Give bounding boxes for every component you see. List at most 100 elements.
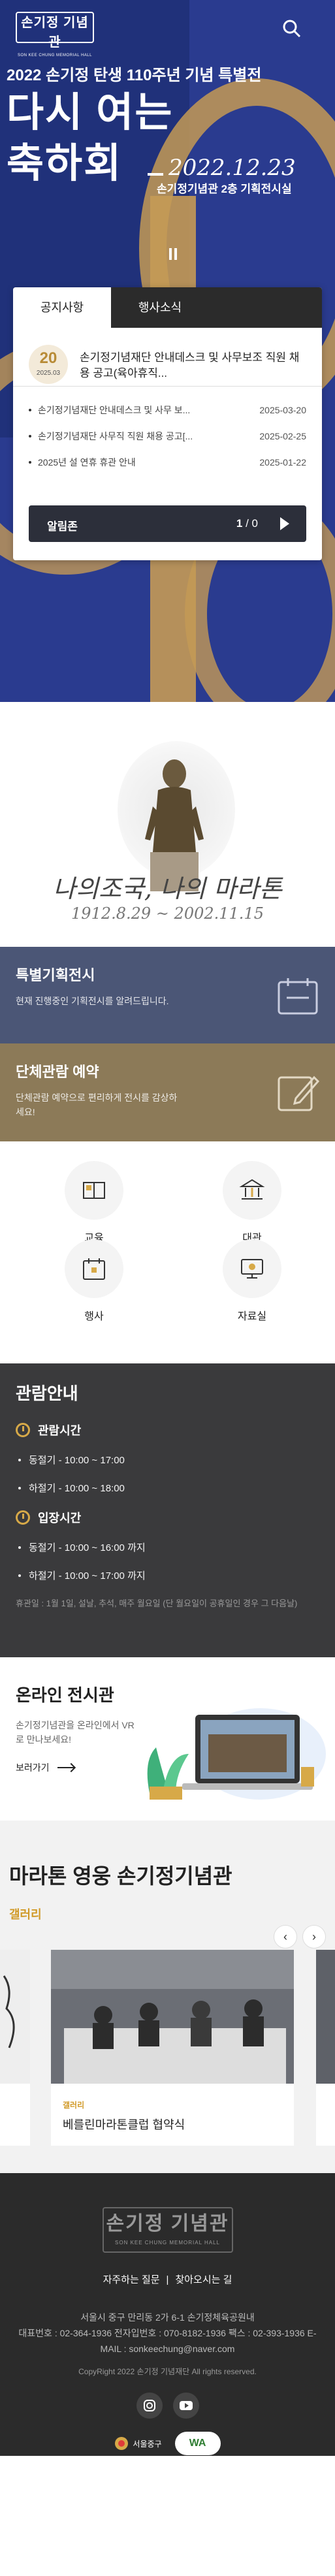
gallery-next-button[interactable]: › bbox=[302, 1925, 326, 1948]
notice-list: 손기정기념재단 안내데스크 및 사무 보... 2025-03-20 손기정기념… bbox=[13, 387, 322, 469]
top-bar: 손기정 기념관 SON KEE CHUNG MEMORIAL HALL bbox=[0, 0, 335, 57]
footer: 손기정 기념관 SON KEE CHUNG MEMORIAL HALL 자주하는… bbox=[0, 2173, 335, 2456]
pause-icon[interactable] bbox=[169, 248, 180, 261]
closed-days-note: 휴관일 : 1월 1일, 설날, 추석, 매주 월요일 (단 월요일이 공휴일인… bbox=[16, 1598, 298, 1608]
edit-icon bbox=[276, 1072, 320, 1113]
hero-date: 2022.12.23 bbox=[168, 155, 296, 181]
online-exhibition: 온라인 전시관 손기정기념관을 온라인에서 VR로 만나보세요! 보러가기 bbox=[0, 1657, 335, 1821]
group-tour-desc: 단체관람 예약으로 편리하게 전시를 감상하세요! bbox=[16, 1092, 178, 1117]
notice-tabs: 공지사항 행사소식 bbox=[13, 287, 322, 328]
list-item-title: 2025년 설 연휴 휴관 안내 bbox=[38, 457, 136, 468]
footer-logo[interactable]: 손기정 기념관 SON KEE CHUNG MEMORIAL HALL bbox=[102, 2207, 233, 2253]
list-item-date: 2025-03-20 bbox=[259, 405, 306, 415]
sns-links bbox=[0, 2393, 335, 2419]
gallery-section: 마라톤 영웅 손기정기념관 갤러리 ‹ › 갤러리 베를린마라톤클럽 협약식 bbox=[0, 1821, 335, 2173]
clock-icon bbox=[16, 1510, 30, 1525]
hours-row: 하절기 - 10:00 ~ 17:00 까지 bbox=[16, 1568, 319, 1582]
gallery-card-next[interactable] bbox=[316, 1950, 335, 2146]
list-item[interactable]: 손기정기념재단 안내데스크 및 사무 보... 2025-03-20 bbox=[29, 404, 306, 417]
building-icon bbox=[223, 1161, 281, 1220]
gallery-card-title: 베를린마라톤클럽 협약식 bbox=[63, 2118, 185, 2131]
visit-info-title: 관람안내 bbox=[16, 1384, 78, 1403]
clock-icon bbox=[16, 1423, 30, 1437]
online-desc: 손기정기념관을 온라인에서 VR로 만나보세요! bbox=[16, 1720, 135, 1745]
book-icon bbox=[65, 1161, 123, 1220]
footer-logo-text-en: SON KEE CHUNG MEMORIAL HALL bbox=[115, 2240, 220, 2246]
gallery-card[interactable]: 갤러리 베를린마라톤클럽 협약식 bbox=[51, 1950, 294, 2146]
calendar-icon bbox=[276, 976, 319, 1016]
special-exhibition-banner[interactable]: 특별기획전시 현재 진행중인 기획전시를 알려드립니다. bbox=[0, 947, 335, 1043]
featured-yearmonth: 2025.03 bbox=[36, 370, 61, 377]
hero-subtitle: 2022 손기정 탄생 110주년 기념 특별전 bbox=[7, 67, 262, 84]
group-tour-banner[interactable]: 단체관람 예약 단체관람 예약으로 편리하게 전시를 감상하세요! bbox=[0, 1043, 335, 1141]
arrow-right-icon bbox=[57, 1767, 74, 1768]
group-tour-title: 단체관람 예약 bbox=[16, 1064, 99, 1080]
footer-badges: 서울중구 WA bbox=[0, 2432, 335, 2455]
featured-day: 20 bbox=[39, 349, 57, 367]
hero-dash bbox=[148, 173, 163, 176]
alarm-zone[interactable]: 알림존 1 / 0 bbox=[29, 505, 306, 542]
tab-events[interactable]: 행사소식 bbox=[111, 287, 209, 328]
quick-item-event[interactable]: 행사 bbox=[55, 1239, 133, 1323]
footer-logo-text-ko: 손기정 기념관 bbox=[106, 2213, 229, 2234]
tab-notice[interactable]: 공지사항 bbox=[13, 287, 111, 328]
logo-text-en: SON KEE CHUNG MEMORIAL HALL bbox=[18, 54, 92, 57]
open-hours-heading: 관람시간 bbox=[16, 1422, 319, 1439]
gallery-tab[interactable]: 갤러리 bbox=[0, 1905, 335, 1922]
logo-text-ko: 손기정 기념관 bbox=[21, 16, 89, 50]
statue-caption: 나의조국, 나의 마라톤 bbox=[53, 874, 282, 903]
featured-title: 손기정기념재단 안내데스크 및 사무보조 직원 채용 공고(육아휴직... bbox=[80, 351, 300, 379]
alarm-total: 0 bbox=[251, 517, 258, 530]
hero-title-line1: 다시 여는 bbox=[7, 90, 174, 135]
youtube-icon[interactable] bbox=[172, 2393, 199, 2419]
list-item-title: 손기정기념재단 안내데스크 및 사무 보... bbox=[38, 405, 191, 415]
quick-menu: 교육 대관 행사 자료실 bbox=[0, 1141, 335, 1363]
alarm-separator: / bbox=[242, 517, 252, 530]
hours-row: 동절기 - 10:00 ~ 17:00 bbox=[16, 1453, 319, 1467]
footer-contact: 대표번호 : 02-364-1936 전자입번호 : 070-8182-1936… bbox=[18, 2328, 317, 2354]
quick-item-rental[interactable]: 대관 bbox=[213, 1161, 291, 1245]
copyright: CopyRight 2022 손기정 기념재단 All rights reser… bbox=[78, 2367, 257, 2376]
quick-item-education[interactable]: 교육 bbox=[55, 1161, 133, 1245]
hero-text: 2022 손기정 탄생 110주년 기념 특별전 다시 여는 축하회 2022.… bbox=[0, 62, 335, 195]
list-item[interactable]: 손기정기념재단 사무직 직원 채용 공고[... 2025-02-25 bbox=[29, 430, 306, 443]
special-exhibition-title: 특별기획전시 bbox=[16, 967, 95, 983]
footer-links: 자주하는 질문 | 찾아오시는 길 bbox=[103, 2274, 232, 2285]
hero-place: 손기정기념관 2층 기획전시실 bbox=[157, 183, 292, 195]
gallery-prev-button[interactable]: ‹ bbox=[274, 1925, 297, 1948]
featured-notice[interactable]: 20 2025.03 손기정기념재단 안내데스크 및 사무보조 직원 채용 공고… bbox=[13, 328, 322, 387]
web-accessibility-badge[interactable]: WA bbox=[174, 2432, 221, 2455]
list-item-date: 2025-02-25 bbox=[259, 431, 306, 441]
special-exhibition-desc: 현재 진행중인 기획전시를 알려드립니다. bbox=[16, 996, 169, 1006]
entry-hours-heading: 입장시간 bbox=[16, 1509, 319, 1526]
gallery-nav: ‹ › bbox=[268, 1925, 326, 1948]
gallery-heading: 마라톤 영웅 손기정기념관 bbox=[9, 1864, 232, 1888]
directions-link[interactable]: 찾아오시는 길 bbox=[175, 2274, 232, 2285]
gallery-photo bbox=[51, 1950, 294, 2084]
faq-link[interactable]: 자주하는 질문 bbox=[103, 2274, 160, 2285]
seoul-junggu-logo[interactable]: 서울중구 bbox=[114, 2436, 162, 2451]
calendar-plus-icon bbox=[65, 1239, 123, 1298]
quick-item-archive[interactable]: 자료실 bbox=[213, 1239, 291, 1323]
search-icon[interactable] bbox=[281, 18, 302, 39]
statue-section: 나의조국, 나의 마라톤 1912.8.29 ~ 2002.11.15 bbox=[0, 702, 335, 947]
instagram-icon[interactable] bbox=[136, 2393, 163, 2419]
gallery-card-category: 갤러리 bbox=[63, 2101, 85, 2110]
site-logo[interactable]: 손기정 기념관 SON KEE CHUNG MEMORIAL HALL bbox=[16, 12, 94, 57]
alarm-counter: 1 / 0 bbox=[236, 517, 258, 530]
alarm-current: 1 bbox=[236, 517, 243, 530]
gallery-card-prev[interactable] bbox=[0, 1950, 30, 2146]
list-item[interactable]: 2025년 설 연휴 휴관 안내 2025-01-22 bbox=[29, 456, 306, 469]
list-item-date: 2025-01-22 bbox=[259, 457, 306, 468]
alarm-label: 알림존 bbox=[47, 520, 78, 533]
hours-row: 동절기 - 10:00 ~ 16:00 까지 bbox=[16, 1540, 319, 1554]
page: 손기정 기념관 SON KEE CHUNG MEMORIAL HALL 2022… bbox=[0, 0, 335, 2456]
list-item-title: 손기정기념재단 사무직 직원 채용 공고[... bbox=[38, 431, 193, 441]
hours-row: 하절기 - 10:00 ~ 18:00 bbox=[16, 1481, 319, 1495]
play-icon[interactable] bbox=[280, 517, 289, 530]
hero-banner[interactable]: 손기정 기념관 SON KEE CHUNG MEMORIAL HALL 2022… bbox=[0, 0, 335, 702]
footer-address: 서울시 중구 만리동 2가 6-1 손기정체육공원내 대표번호 : 02-364… bbox=[0, 2310, 335, 2357]
statue-dates: 1912.8.29 ~ 2002.11.15 bbox=[71, 904, 264, 923]
quick-item-label: 행사 bbox=[84, 1311, 104, 1322]
quick-item-label: 자료실 bbox=[237, 1311, 267, 1322]
